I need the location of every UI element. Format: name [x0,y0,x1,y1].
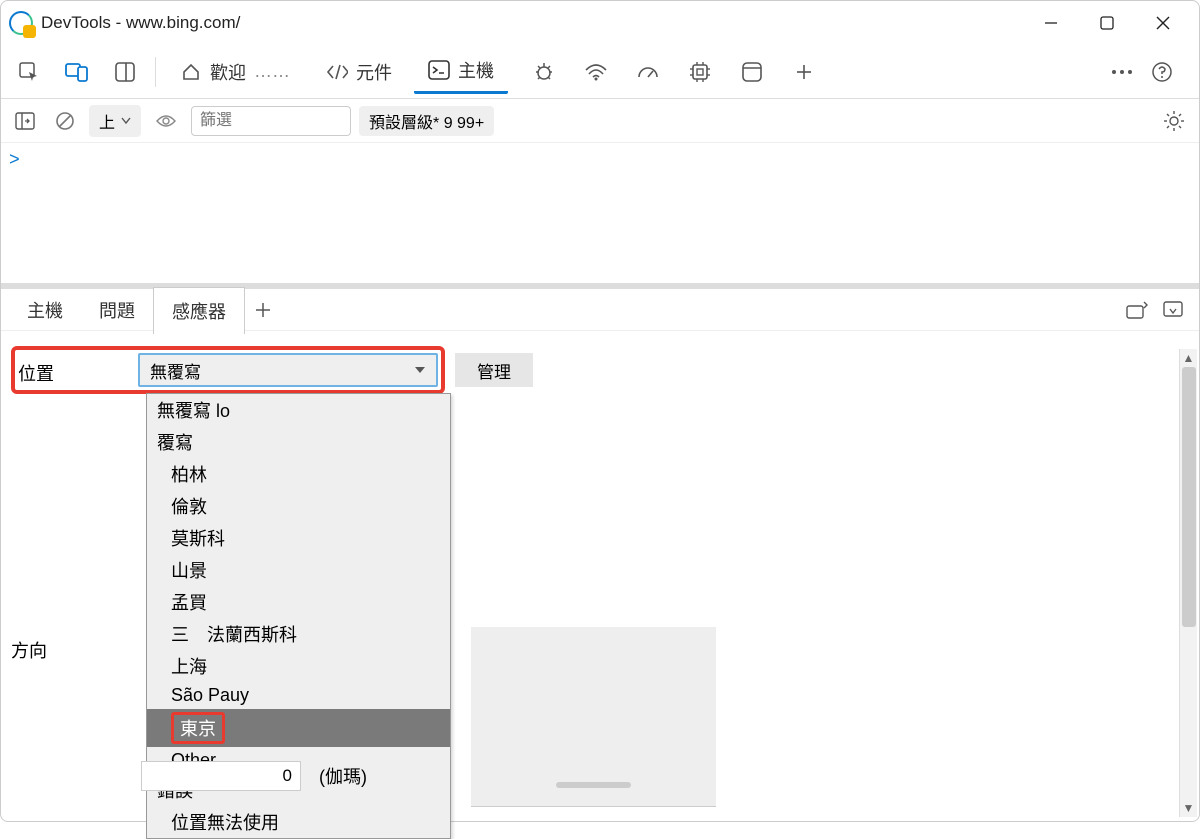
location-option-tokyo[interactable]: 東京 [147,709,450,747]
scroll-up-icon[interactable]: ▲ [1180,349,1197,367]
sensors-panel: 位置 無覆寫 管理 無覆寫 lo 覆寫 柏林 倫敦 莫斯科 山景 孟買 三 法蘭… [1,331,1199,811]
tab-welcome-label: 歡迎 [210,59,246,85]
window-close-button[interactable] [1151,11,1175,35]
gamma-label: (伽瑪) [319,763,367,789]
drawer-tab-sensors[interactable]: 感應器 [153,287,245,334]
vertical-scrollbar[interactable]: ▲ ▼ [1179,349,1197,817]
console-prompt-icon[interactable]: > [9,151,20,171]
inspect-element-icon[interactable] [9,52,49,92]
location-option-mountain-view[interactable]: 山景 [147,554,450,586]
code-icon [326,61,348,83]
drawer-tab-console[interactable]: 主機 [9,287,81,333]
bug-icon[interactable] [524,52,564,92]
application-icon[interactable] [732,52,772,92]
home-icon [180,61,202,83]
live-expression-icon[interactable] [149,105,183,137]
more-icon[interactable] [1111,68,1133,76]
scrollbar-thumb[interactable] [1182,367,1196,627]
clear-console-icon[interactable] [49,105,81,137]
device-orientation-preview[interactable] [471,627,716,807]
location-option-shanghai[interactable]: 上海 [147,650,450,682]
console-icon [428,59,450,81]
location-option-san-francisco[interactable]: 三 法蘭西斯科 [147,618,450,650]
tab-elements[interactable]: 元件 [312,51,406,93]
performance-icon[interactable] [628,52,668,92]
scroll-down-icon[interactable]: ▼ [1180,799,1197,817]
console-output: > [1,143,1199,283]
drawer-add-tab-icon[interactable] [245,292,281,328]
drawer-tabstrip: 主機 問題 感應器 [1,283,1199,331]
location-option-berlin[interactable]: 柏林 [147,458,450,490]
location-option-override-group: 覆寫 [147,426,450,458]
log-levels-selector[interactable]: 預設層級* 9 99+ [359,106,494,136]
main-tabstrip: 歡迎…… 元件 主機 [1,45,1199,99]
context-label: 上 [99,109,115,133]
location-option-unavailable[interactable]: 位置無法使用 [147,806,450,838]
location-option-moscow[interactable]: 莫斯科 [147,522,450,554]
tab-console[interactable]: 主機 [414,49,508,94]
console-settings-icon[interactable] [1157,105,1191,137]
help-icon[interactable] [1151,61,1173,83]
wifi-icon[interactable] [576,52,616,92]
window-title: DevTools - www.bing.com/ [41,13,240,33]
location-option-sao-paulo[interactable]: São Pauy [147,682,450,709]
gamma-input[interactable] [141,761,301,791]
drawer-tab-issues[interactable]: 問題 [81,287,153,333]
device-toolbar-icon[interactable] [57,52,97,92]
tab-elements-label: 元件 [356,59,392,85]
console-toolbar: 上 預設層級* 9 99+ [1,99,1199,143]
manage-locations-button[interactable]: 管理 [455,353,533,387]
location-option-mumbai[interactable]: 孟買 [147,586,450,618]
window-titlebar: DevTools - www.bing.com/ [1,1,1199,45]
location-label: 位置 [18,354,138,386]
location-option-london[interactable]: 倫敦 [147,490,450,522]
window-minimize-button[interactable] [1039,11,1063,35]
drawer-collapse-icon[interactable] [1155,292,1191,328]
log-levels-label: 預設層級* 9 99+ [369,109,484,133]
window-maximize-button[interactable] [1095,11,1119,35]
context-selector[interactable]: 上 [89,105,141,137]
toggle-sidebar-icon[interactable] [9,105,41,137]
drawer-expand-icon[interactable] [1119,292,1155,328]
location-row-highlight: 位置 無覆寫 [11,346,445,394]
location-select[interactable]: 無覆寫 [138,353,438,387]
memory-icon[interactable] [680,52,720,92]
tab-welcome[interactable]: 歡迎…… [166,51,304,93]
orientation-label: 方向 [11,631,131,663]
filter-input[interactable] [191,106,351,136]
location-option-no-override[interactable]: 無覆寫 lo [147,394,450,426]
add-tab-icon[interactable] [784,52,824,92]
devtools-app-icon [9,11,33,35]
chevron-down-icon [414,365,426,375]
chevron-down-icon [121,117,131,125]
panel-layout-icon[interactable] [105,52,145,92]
tab-console-label: 主機 [458,57,494,83]
location-select-value: 無覆寫 [150,358,201,383]
location-option-tokyo-label: 東京 [171,712,225,744]
